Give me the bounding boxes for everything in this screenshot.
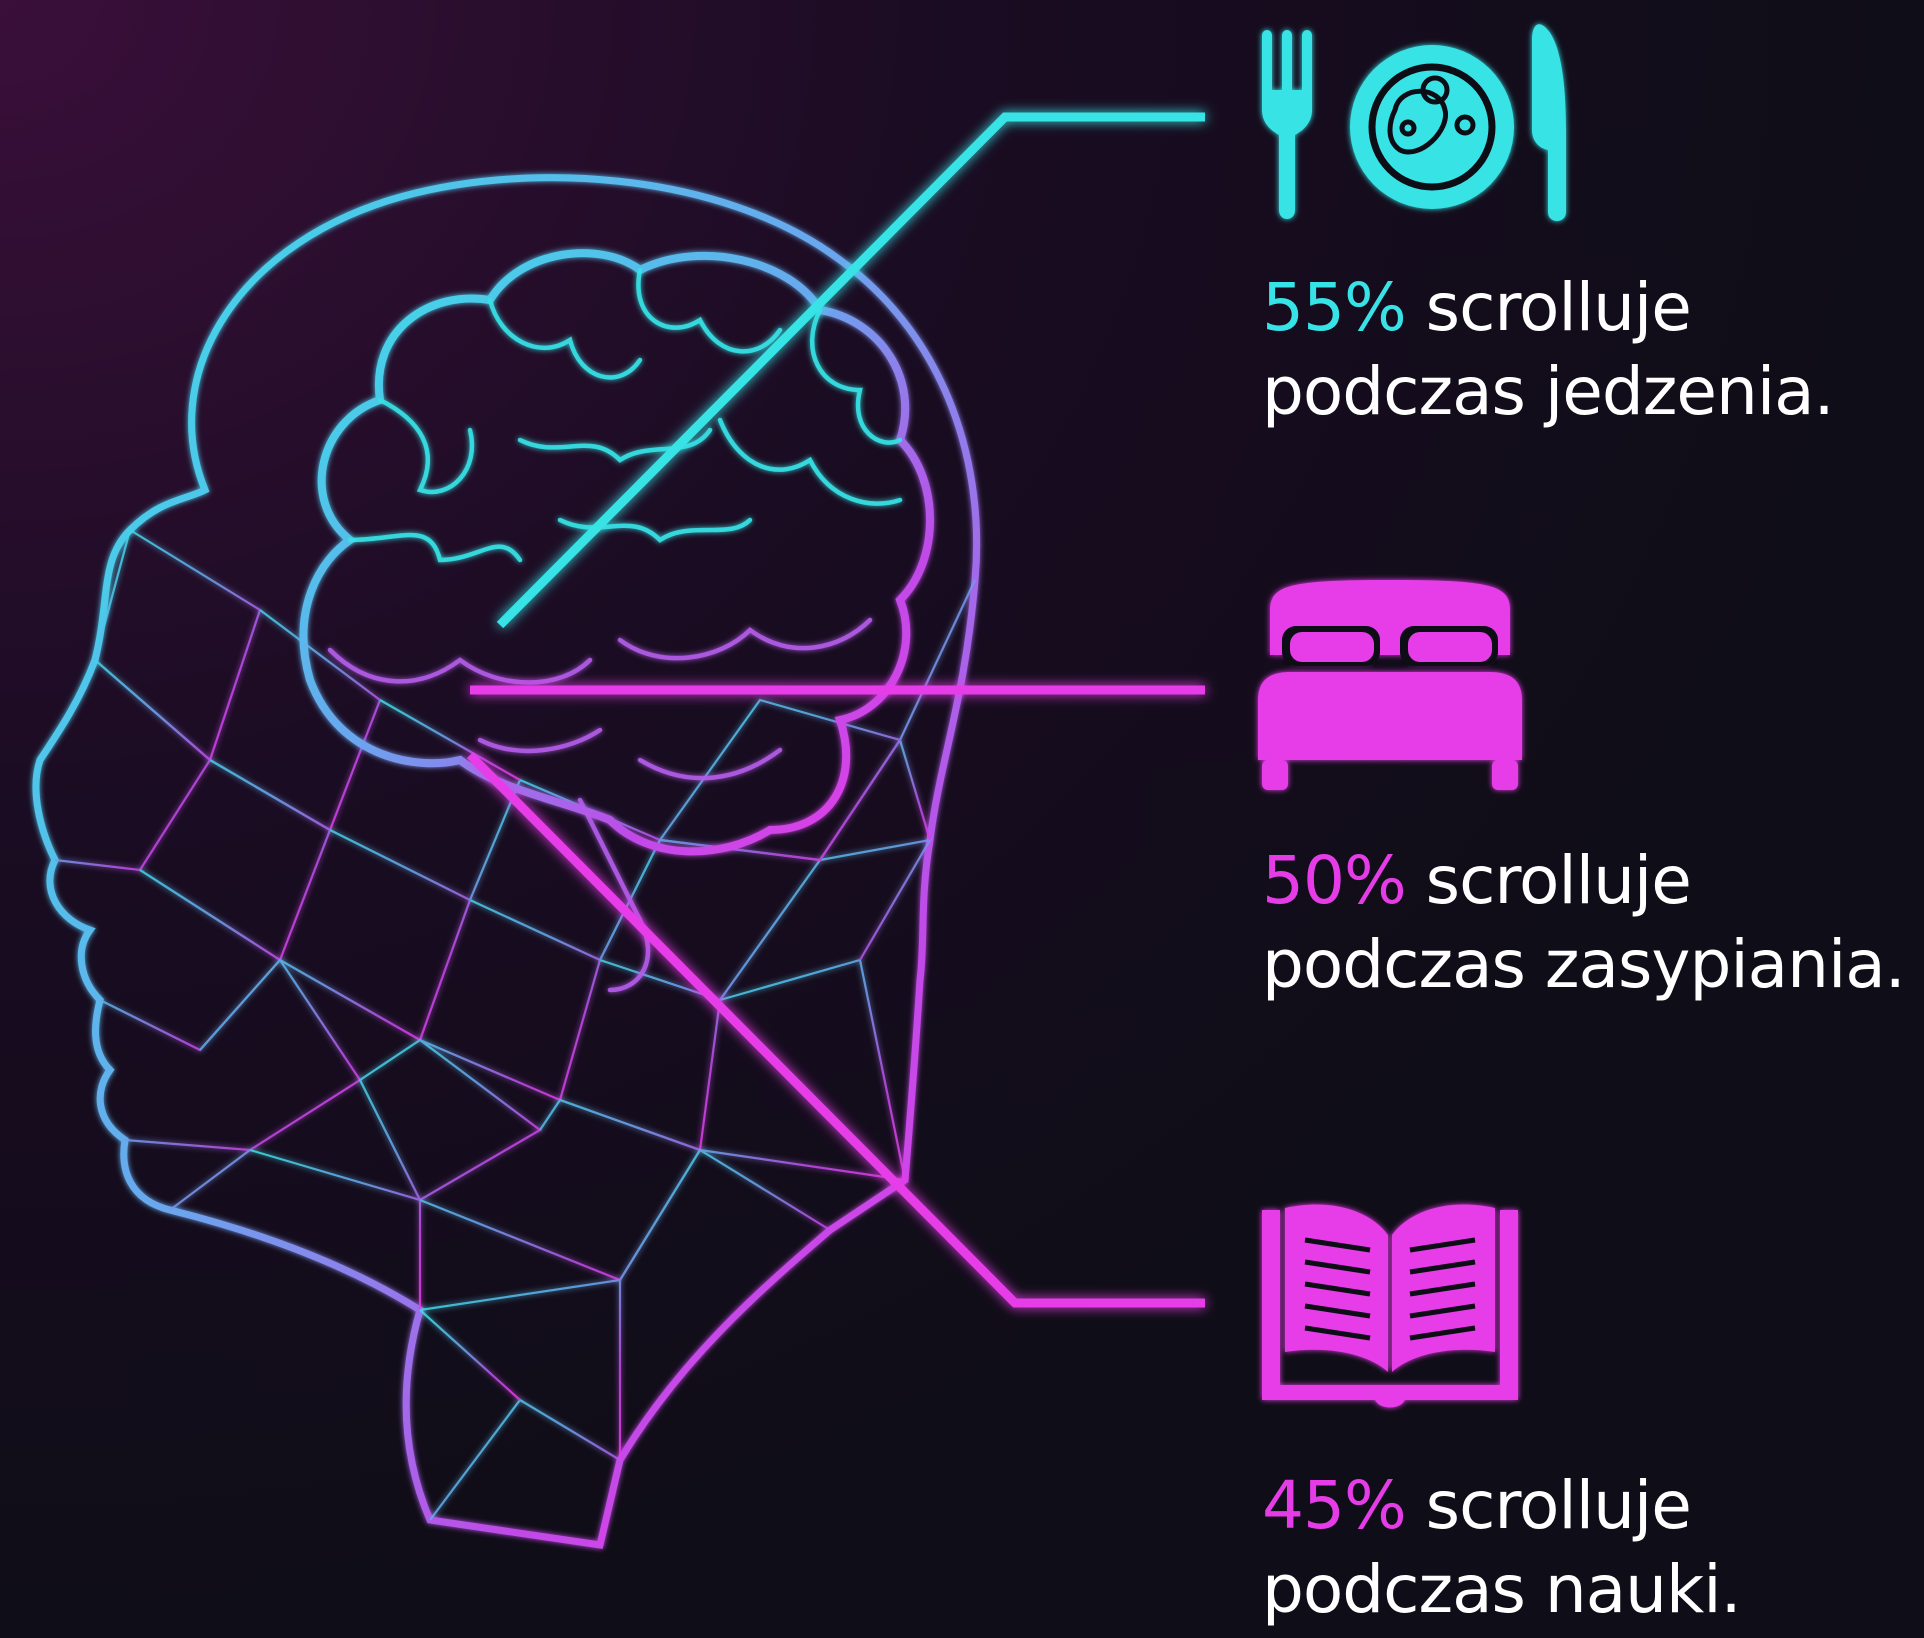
open-book-icon [1262,1204,1518,1408]
brain-wireframe [299,249,934,993]
stat-studying-percent: 45% [1262,1467,1407,1544]
stat-studying: 45% scrolluje podczas nauki. [1262,1464,1922,1632]
connector-lines [466,112,1205,1308]
plate-with-fork-and-knife-icon [1262,24,1566,221]
stat-eating-line-1: 55% scrolluje [1262,266,1922,350]
bed-icon [1258,580,1522,790]
stat-sleeping-line-2: podczas zasypiania. [1262,926,1906,1003]
stat-eating-line-2: podczas jedzenia. [1262,353,1835,430]
stat-studying-line-2: podczas nauki. [1262,1551,1742,1628]
connector-eating [496,112,1205,629]
stat-studying-verb: scrolluje [1405,1467,1692,1544]
brain-outline [299,249,934,856]
stat-eating-percent: 55% [1262,269,1407,346]
stat-sleeping-line-1: 50% scrolluje [1262,839,1922,923]
stat-sleeping-verb: scrolluje [1405,842,1692,919]
stat-studying-line-1: 45% scrolluje [1262,1464,1922,1548]
stat-sleeping-percent: 50% [1262,842,1407,919]
infographic-artwork [32,24,1566,1549]
stat-sleeping: 50% scrolluje podczas zasypiania. [1262,839,1922,1007]
stat-eating-verb: scrolluje [1405,269,1692,346]
stat-eating: 55% scrolluje podczas jedzenia. [1262,266,1922,434]
